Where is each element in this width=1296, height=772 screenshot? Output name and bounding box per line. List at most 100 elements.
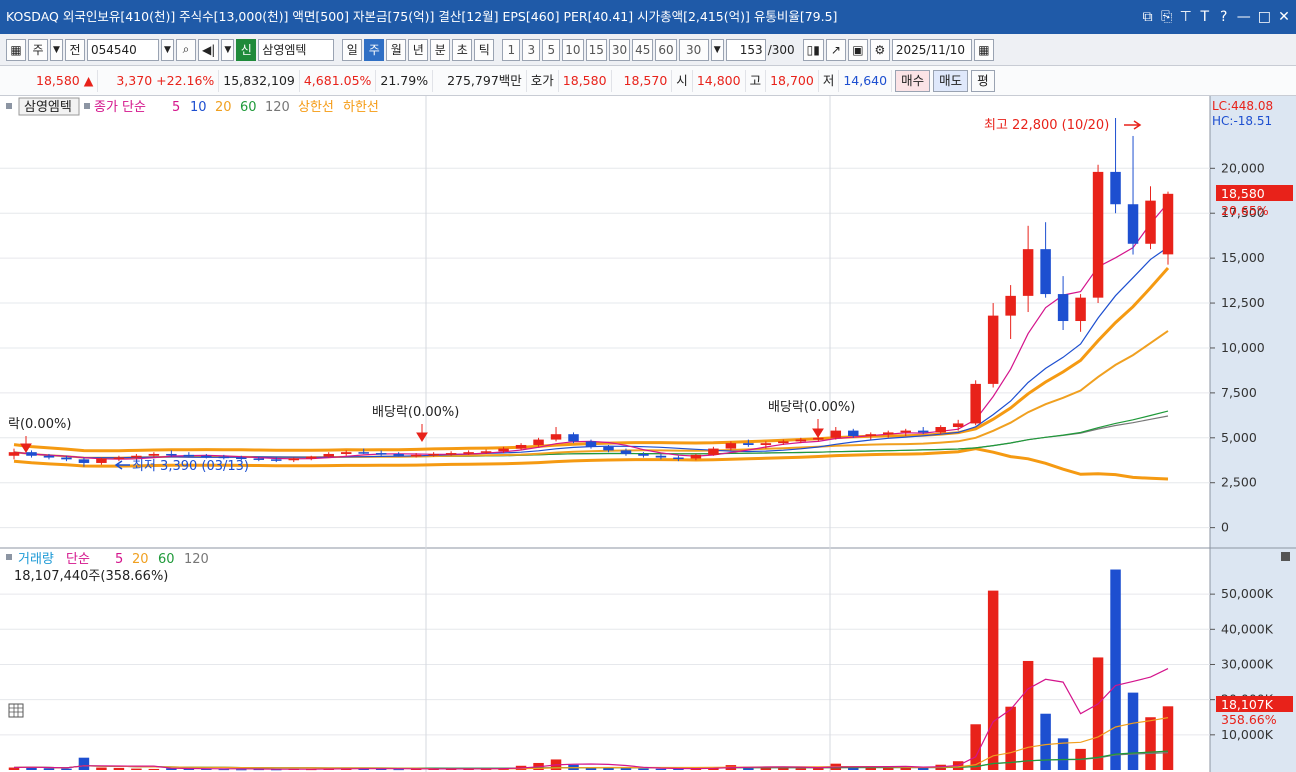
close-icon[interactable]: ✕ <box>1278 0 1290 34</box>
stock-code-dropdown-icon[interactable]: ▼ <box>161 38 174 61</box>
lc-value: LC:448.08 <box>1212 99 1273 113</box>
calendar-icon[interactable]: ▦ <box>973 38 994 61</box>
period-tick[interactable]: 틱 <box>474 38 495 61</box>
prev-button[interactable]: 전 <box>65 38 85 61</box>
date-input[interactable]: 2025/11/10 <box>891 38 972 61</box>
quote-label: 호가 <box>527 69 559 92</box>
candle-body <box>952 423 964 428</box>
stock-chart[interactable]: 20,00017,50015,00012,50010,0007,5005,000… <box>0 96 1296 772</box>
candle-body <box>690 454 702 459</box>
candle-body <box>43 455 55 458</box>
candle-body <box>830 430 842 438</box>
volume-bar <box>778 767 789 770</box>
candle-body <box>1005 295 1016 316</box>
interval-30[interactable]: 30 <box>608 38 631 61</box>
speaker-icon[interactable]: ◀| <box>198 38 220 61</box>
candle-body <box>1092 171 1104 298</box>
volume-bar <box>61 768 72 770</box>
candle-body <box>166 453 177 456</box>
volume-panel-menu-icon[interactable] <box>1281 552 1290 561</box>
candle-body <box>568 434 579 442</box>
font-icon[interactable]: T <box>1199 0 1211 34</box>
help-icon[interactable]: ? <box>1218 0 1230 34</box>
sell-button[interactable]: 매도 <box>933 69 969 92</box>
volume-ratio: 4,681.05% <box>300 69 377 92</box>
pin-icon[interactable]: ⊤ <box>1180 0 1192 34</box>
candle-body <box>743 443 754 445</box>
minimize-icon[interactable]: — <box>1237 0 1251 34</box>
period-second[interactable]: 초 <box>452 38 473 61</box>
candle-type-icon[interactable]: ▯▮ <box>802 38 824 61</box>
search-icon[interactable]: ⌕ <box>176 38 196 61</box>
current-volume-pct-text: 358.66% <box>1221 712 1277 727</box>
interval-input[interactable]: 30 <box>678 38 709 61</box>
volume-bar <box>1127 692 1139 770</box>
candle-body <box>253 458 265 460</box>
volume-legend-ma5: 5 <box>115 552 123 567</box>
period-day[interactable]: 일 <box>342 38 363 61</box>
new-window-icon[interactable]: ⎘ <box>1161 0 1173 34</box>
period-minute[interactable]: 분 <box>430 38 451 61</box>
legend-ma60: 60 <box>240 100 257 115</box>
volume-bar <box>987 590 999 770</box>
legend-ma-label: 종가 단순 <box>94 100 146 115</box>
legend-toggle-icon[interactable] <box>6 103 12 109</box>
legend-ma-toggle-icon[interactable] <box>84 103 90 109</box>
settings-icon[interactable]: ⚙ <box>869 38 890 61</box>
layout-icon[interactable]: ▦ <box>6 38 26 61</box>
volume-bar <box>655 768 667 770</box>
interval-45[interactable]: 45 <box>632 38 654 61</box>
period-week[interactable]: 주 <box>364 38 385 61</box>
interval-3[interactable]: 3 <box>522 38 541 61</box>
legend-ma20: 20 <box>215 100 232 115</box>
candle-body <box>218 456 230 459</box>
candle-body <box>760 443 772 445</box>
volume-bar <box>1162 706 1174 770</box>
volume-current-text: 18,107,440주(358.66%) <box>14 569 168 584</box>
interval-1[interactable]: 1 <box>502 38 521 61</box>
period-month[interactable]: 월 <box>386 38 407 61</box>
price-panel[interactable] <box>0 96 1210 548</box>
candle-body <box>603 446 614 451</box>
volume-tick-label: 30,000K <box>1221 656 1274 671</box>
low-annotation: 최저 3,390 (03/13) <box>132 459 249 474</box>
interval-5[interactable]: 5 <box>542 38 561 61</box>
volume-bar <box>1040 713 1051 770</box>
high-label: 고 <box>746 69 767 92</box>
volume-legend-toggle-icon[interactable] <box>6 554 12 560</box>
save-icon[interactable]: ▣ <box>847 38 868 61</box>
volume-legend-name: 거래량 <box>18 552 54 567</box>
maximize-icon[interactable]: □ <box>1258 0 1271 34</box>
stock-summary-text: KOSDAQ 외국인보유[410(천)] 주식수[13,000(천)] 액면[5… <box>6 9 838 24</box>
legend-ma5: 5 <box>172 100 180 115</box>
grid-toggle-icon[interactable] <box>8 703 24 718</box>
count-input[interactable]: 153 <box>725 38 766 61</box>
interval-60[interactable]: 60 <box>655 38 677 61</box>
candle-body <box>393 453 404 456</box>
candle-body <box>358 452 369 454</box>
restore-window-icon[interactable]: ⧉ <box>1142 0 1154 34</box>
type-dropdown-icon[interactable]: ▼ <box>50 38 63 61</box>
stock-name-field[interactable]: 삼영엠텍 <box>258 38 335 61</box>
type-select[interactable]: 주 <box>28 38 48 61</box>
candle-body <box>96 458 107 463</box>
candle-body <box>1057 294 1069 322</box>
candle-body <box>1127 204 1139 244</box>
interval-dropdown-icon[interactable]: ▼ <box>710 38 724 61</box>
candle-body <box>917 430 929 433</box>
price-tick-label: 20,000 <box>1221 160 1265 175</box>
period-year[interactable]: 년 <box>408 38 429 61</box>
stock-code-input[interactable]: 054540 <box>87 38 159 61</box>
price-tick-label: 12,500 <box>1221 295 1265 310</box>
turnover-rate: 21.79% <box>376 69 434 92</box>
buy-button[interactable]: 매수 <box>895 69 931 92</box>
speaker-dropdown-icon[interactable]: ▼ <box>221 38 235 61</box>
interval-15[interactable]: 15 <box>585 38 607 61</box>
current-price: 18,580 ▲ <box>6 69 99 92</box>
interval-10[interactable]: 10 <box>562 38 584 61</box>
evaluate-button[interactable]: 평 <box>971 69 995 92</box>
drawing-tool-icon[interactable]: ↗ <box>825 38 846 61</box>
candle-body <box>778 441 789 444</box>
volume-value: 15,832,109 <box>219 69 300 92</box>
candle-body <box>288 458 300 461</box>
